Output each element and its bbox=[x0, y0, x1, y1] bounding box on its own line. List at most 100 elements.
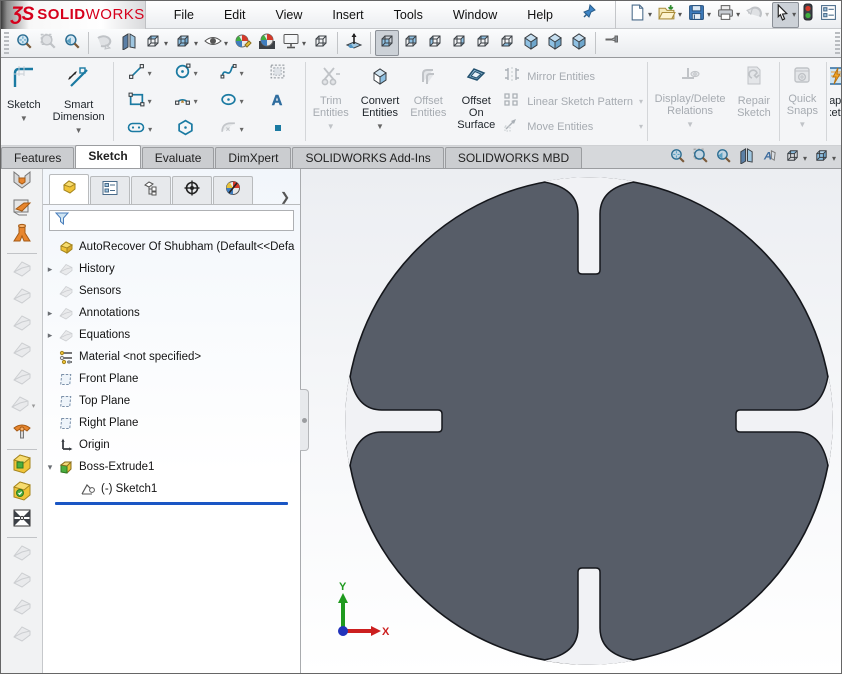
panel-box-tool-button[interactable] bbox=[7, 196, 37, 223]
dropdown-caret[interactable]: ▾ bbox=[148, 69, 152, 78]
tab-solidworks-mbd[interactable]: SOLIDWORKS MBD bbox=[444, 147, 583, 168]
text-tool[interactable]: A bbox=[255, 88, 301, 116]
section-view-button[interactable] bbox=[735, 145, 758, 171]
expand-arrow[interactable]: ▾ bbox=[43, 462, 57, 473]
circle-tool[interactable]: ▾ bbox=[163, 60, 209, 88]
view-isometric-button[interactable] bbox=[519, 30, 543, 56]
tree-item-front-plane[interactable]: Front Plane bbox=[43, 368, 300, 390]
traffic-light-button[interactable] bbox=[799, 2, 817, 28]
dropdown-caret[interactable]: ▾ bbox=[792, 10, 796, 19]
previous-view-button[interactable] bbox=[60, 30, 84, 56]
view-top-button[interactable] bbox=[471, 30, 495, 56]
dropdown-caret[interactable]: ▼ bbox=[376, 122, 384, 131]
dropdown-caret[interactable]: ▾ bbox=[707, 10, 711, 19]
corner-rectangle-tool[interactable]: ▾ bbox=[117, 88, 163, 116]
configurationmanager-tab[interactable] bbox=[131, 176, 171, 204]
line-tool[interactable]: ▾ bbox=[117, 60, 163, 88]
tree-item-history[interactable]: ▸ History bbox=[43, 258, 300, 280]
tree-item-material-not-specified[interactable]: Material <not specified> bbox=[43, 346, 300, 368]
zoom-to-fit-button[interactable] bbox=[12, 30, 36, 56]
section-view-button[interactable] bbox=[117, 30, 141, 56]
tree-item-equations[interactable]: ▸ Equations bbox=[43, 324, 300, 346]
toolbar-grip[interactable] bbox=[4, 32, 9, 54]
view-left-button[interactable] bbox=[423, 30, 447, 56]
straight-slot-tool[interactable]: ▾ bbox=[117, 116, 163, 144]
dropdown-caret[interactable]: ▾ bbox=[148, 125, 152, 134]
featuremanager-tab[interactable] bbox=[49, 174, 89, 204]
zoom-to-fit-button[interactable] bbox=[666, 145, 689, 171]
apply-scene-button[interactable] bbox=[255, 30, 279, 56]
tree-item-autorecover-of-shubham-default-defa[interactable]: AutoRecover Of Shubham (Default<<Defa bbox=[43, 236, 300, 258]
yellow-cube-check-tool-button[interactable] bbox=[7, 480, 37, 507]
dropdown-caret[interactable]: ▾ bbox=[164, 39, 168, 48]
vent-tool-button[interactable] bbox=[7, 419, 37, 446]
dropdown-caret[interactable]: ▾ bbox=[678, 10, 682, 19]
new-document-button[interactable]: ▾ bbox=[626, 2, 655, 28]
dropdown-caret[interactable]: ▾ bbox=[765, 10, 769, 19]
tab-solidworks-add-ins[interactable]: SOLIDWORKS Add-Ins bbox=[292, 147, 444, 168]
sketch-button[interactable]: Sketch ▼ bbox=[2, 60, 46, 143]
cross-break-tool-button[interactable] bbox=[7, 507, 37, 534]
view-front-button[interactable] bbox=[375, 30, 400, 56]
dropdown-caret[interactable]: ▾ bbox=[194, 39, 198, 48]
dropdown-caret[interactable]: ▾ bbox=[194, 69, 198, 78]
select-button[interactable]: ▾ bbox=[772, 1, 800, 28]
panel-expand-chevron[interactable]: ❯ bbox=[274, 190, 296, 204]
dimxpertmanager-tab[interactable] bbox=[172, 176, 212, 204]
draft-analysis-cube-button[interactable] bbox=[309, 30, 333, 56]
zoom-to-area-button[interactable] bbox=[689, 145, 712, 171]
dropdown-caret[interactable]: ▾ bbox=[224, 39, 228, 48]
tree-item-right-plane[interactable]: Right Plane bbox=[43, 412, 300, 434]
dropdown-caret[interactable]: ▾ bbox=[148, 97, 152, 106]
propertymanager-tab[interactable] bbox=[90, 176, 130, 204]
menu-tools[interactable]: Tools bbox=[380, 4, 437, 26]
ellipse-tool[interactable]: ▾ bbox=[209, 88, 255, 116]
open-document-button[interactable]: ▾ bbox=[655, 2, 685, 28]
dropdown-caret[interactable]: ▾ bbox=[832, 154, 836, 163]
tree-item-origin[interactable]: Origin bbox=[43, 434, 300, 456]
tab-dimxpert[interactable]: DimXpert bbox=[215, 147, 292, 168]
u-bracket-tool-button[interactable] bbox=[7, 169, 37, 196]
expand-arrow[interactable]: ▸ bbox=[43, 264, 57, 275]
toolbar-grip[interactable] bbox=[835, 32, 840, 54]
expand-arrow[interactable]: ▸ bbox=[43, 330, 57, 341]
view-settings-monitor-button[interactable]: ▾ bbox=[279, 30, 309, 56]
point-tool[interactable] bbox=[255, 116, 301, 144]
hide-show-eye-button[interactable]: ▾ bbox=[201, 30, 231, 56]
dropdown-caret[interactable]: ▾ bbox=[736, 10, 740, 19]
menu-file[interactable]: File bbox=[160, 4, 208, 26]
yellow-cube-screen-tool-button[interactable] bbox=[7, 453, 37, 480]
sketch-picture-tool[interactable] bbox=[255, 60, 301, 88]
rollback-bar[interactable] bbox=[55, 502, 288, 505]
offset-on-surface-button[interactable]: Offset On Surface bbox=[452, 60, 500, 143]
tree-item-top-plane[interactable]: Top Plane bbox=[43, 390, 300, 412]
spline-tool[interactable]: ▾ bbox=[209, 60, 255, 88]
tab-features[interactable]: Features bbox=[1, 147, 75, 168]
save-button[interactable]: ▾ bbox=[685, 2, 714, 28]
view-right-button[interactable] bbox=[447, 30, 471, 56]
rapid-sketch-button[interactable]: Rapid Sketch bbox=[829, 60, 841, 143]
dropdown-caret[interactable]: ▼ bbox=[75, 126, 83, 135]
smart-dimension-button[interactable]: Smart Dimension ▼ bbox=[48, 60, 110, 143]
normal-to-button[interactable] bbox=[342, 30, 366, 56]
dropdown-caret[interactable]: ▾ bbox=[240, 97, 244, 106]
task-list-button[interactable] bbox=[817, 2, 840, 28]
tree-item-sketch1[interactable]: (-) Sketch1 bbox=[43, 478, 300, 500]
polygon-tool[interactable] bbox=[163, 116, 209, 144]
dropdown-caret[interactable]: ▾ bbox=[240, 69, 244, 78]
tree-item-sensors[interactable]: Sensors bbox=[43, 280, 300, 302]
view-orientation-cube-button[interactable]: ▾ bbox=[781, 145, 810, 171]
flare-tool-button[interactable] bbox=[7, 223, 37, 250]
menu-insert[interactable]: Insert bbox=[318, 4, 377, 26]
hide-all-types-button[interactable]: A bbox=[758, 145, 781, 171]
tree-item-boss-extrude1[interactable]: ▾ Boss-Extrude1 bbox=[43, 456, 300, 478]
centerpoint-arc-tool[interactable]: ▾ bbox=[163, 88, 209, 116]
print-button[interactable]: ▾ bbox=[714, 2, 743, 28]
dropdown-caret[interactable]: ▾ bbox=[803, 154, 807, 163]
menu-view[interactable]: View bbox=[262, 4, 317, 26]
tab-sketch[interactable]: Sketch bbox=[75, 145, 141, 168]
display-style-cube-button[interactable]: ▾ bbox=[810, 145, 839, 171]
panel-splitter-handle[interactable] bbox=[300, 389, 309, 451]
display-style-cube-button[interactable]: ▾ bbox=[171, 30, 201, 56]
dropdown-caret[interactable]: ▾ bbox=[648, 10, 652, 19]
